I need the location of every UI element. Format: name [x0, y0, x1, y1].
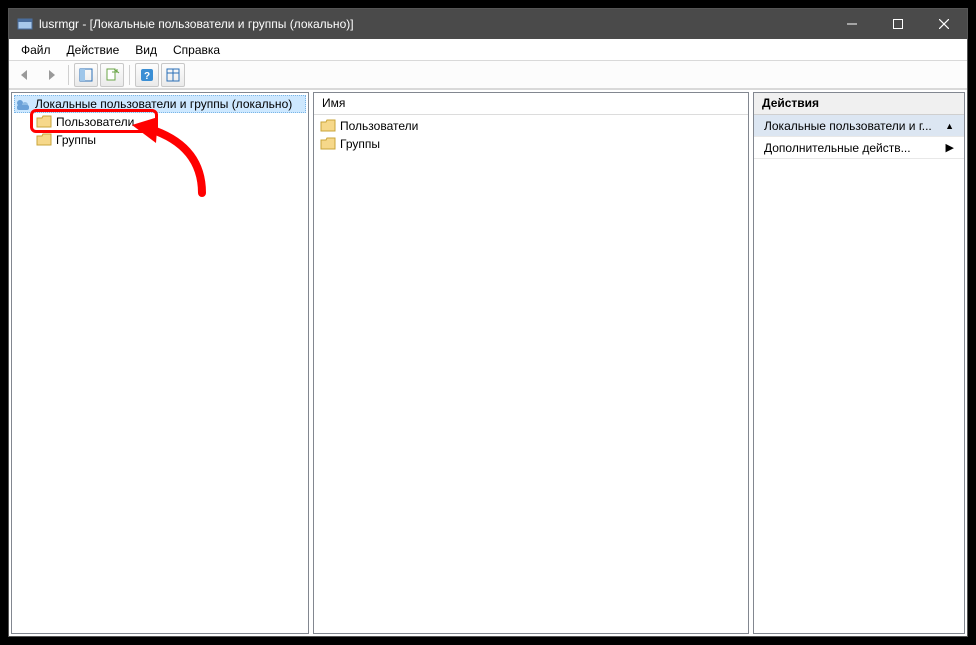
menu-view[interactable]: Вид	[127, 41, 165, 59]
menubar: Файл Действие Вид Справка	[9, 39, 967, 61]
toolbar-separator-2	[129, 65, 130, 85]
tree-root-label: Локальные пользователи и группы (локальн…	[35, 97, 292, 111]
list-item-label: Пользователи	[340, 119, 418, 133]
list-pane: Имя Пользователи Группы	[313, 92, 749, 634]
folder-icon	[320, 137, 336, 151]
list-column-header[interactable]: Имя	[314, 93, 748, 115]
tree-item-groups[interactable]: Группы	[14, 131, 306, 149]
toolbar: ?	[9, 61, 967, 89]
svg-text:?: ?	[144, 71, 150, 82]
collapse-icon: ▲	[945, 121, 954, 131]
tree-item-users[interactable]: Пользователи	[14, 113, 306, 131]
window-controls	[829, 9, 967, 39]
tree-item-users-label: Пользователи	[56, 115, 134, 129]
window: lusrmgr - [Локальные пользователи и груп…	[8, 8, 968, 637]
actions-section-label: Локальные пользователи и г...	[764, 119, 932, 133]
maximize-button[interactable]	[875, 9, 921, 39]
folder-icon	[320, 119, 336, 133]
actions-section[interactable]: Локальные пользователи и г... ▲	[754, 115, 964, 137]
tree-item-groups-label: Группы	[56, 133, 96, 147]
actions-header: Действия	[754, 93, 964, 115]
content-area: Локальные пользователи и группы (локальн…	[9, 89, 967, 636]
toolbar-separator	[68, 65, 69, 85]
window-title: lusrmgr - [Локальные пользователи и груп…	[39, 17, 829, 31]
minimize-button[interactable]	[829, 9, 875, 39]
titlebar[interactable]: lusrmgr - [Локальные пользователи и груп…	[9, 9, 967, 39]
actions-pane: Действия Локальные пользователи и г... ▲…	[753, 92, 965, 634]
menu-help[interactable]: Справка	[165, 41, 228, 59]
actions-more-label: Дополнительные действ...	[764, 141, 911, 155]
root-icon	[15, 96, 31, 112]
list-body: Пользователи Группы	[314, 115, 748, 155]
folder-icon	[36, 133, 52, 147]
menu-file[interactable]: Файл	[13, 41, 59, 59]
list-item[interactable]: Пользователи	[318, 117, 744, 135]
actions-more[interactable]: Дополнительные действ... ▶	[754, 137, 964, 159]
list-item-label: Группы	[340, 137, 380, 151]
list-column-name: Имя	[322, 96, 345, 110]
export-list-button[interactable]	[100, 63, 124, 87]
toggle-pane-button[interactable]	[74, 63, 98, 87]
help-button[interactable]: ?	[135, 63, 159, 87]
close-button[interactable]	[921, 9, 967, 39]
refresh-button[interactable]	[161, 63, 185, 87]
list-item[interactable]: Группы	[318, 135, 744, 153]
folder-icon	[36, 115, 52, 129]
back-button[interactable]	[13, 63, 37, 87]
tree-pane: Локальные пользователи и группы (локальн…	[11, 92, 309, 634]
app-icon	[17, 16, 33, 32]
tree-body: Локальные пользователи и группы (локальн…	[12, 93, 308, 151]
tree-root[interactable]: Локальные пользователи и группы (локальн…	[14, 95, 306, 113]
menu-action[interactable]: Действие	[59, 41, 128, 59]
chevron-right-icon: ▶	[946, 141, 954, 154]
forward-button[interactable]	[39, 63, 63, 87]
